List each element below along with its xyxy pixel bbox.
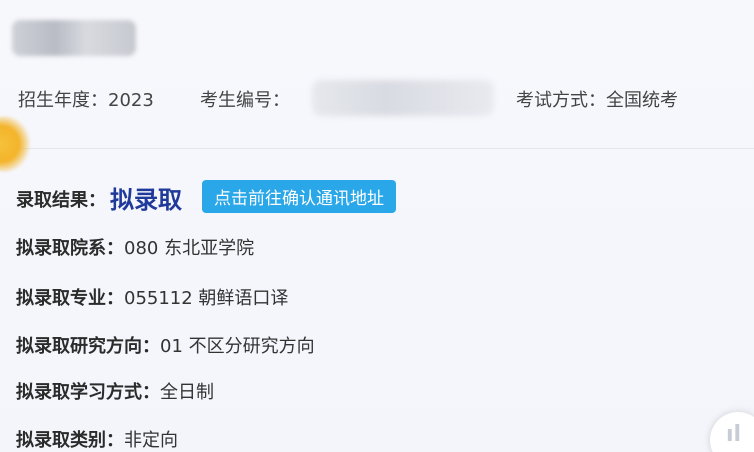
redacted-exam-number xyxy=(312,80,494,116)
admission-result-value: 拟录取 xyxy=(110,186,182,214)
detail-value: 080 东北亚学院 xyxy=(124,238,255,259)
detail-row-department: 拟录取院系：080 东北亚学院 xyxy=(16,234,254,260)
enroll-year-value: 2023 xyxy=(108,90,154,111)
cut-off-icon: ıl xyxy=(726,422,742,447)
detail-value: 全日制 xyxy=(160,382,214,403)
exam-mode-label: 考试方式： xyxy=(516,90,606,111)
detail-row-study-mode: 拟录取学习方式：全日制 xyxy=(16,378,214,404)
detail-label: 拟录取研究方向： xyxy=(16,336,160,357)
exam-mode-value: 全国统考 xyxy=(606,90,678,111)
exam-number-label: 考生编号： xyxy=(200,90,290,111)
enroll-year-label: 招生年度： xyxy=(18,90,108,111)
detail-label: 拟录取院系： xyxy=(16,238,124,259)
exam-number: 考生编号： xyxy=(200,86,290,112)
detail-row-major: 拟录取专业：055112 朝鲜语口译 xyxy=(16,284,288,310)
detail-value: 055112 朝鲜语口译 xyxy=(124,288,289,309)
page: 招生年度：2023 考生编号： 考试方式：全国统考 录取结果： 拟录取 点击前往确认… xyxy=(0,0,754,452)
detail-label: 拟录取学习方式： xyxy=(16,382,160,403)
floating-corner-button[interactable]: ıl xyxy=(710,412,754,452)
detail-label: 拟录取专业： xyxy=(16,288,124,309)
exam-mode: 考试方式：全国统考 xyxy=(516,86,678,112)
enroll-year: 招生年度：2023 xyxy=(18,86,154,112)
detail-value: 非定向 xyxy=(124,430,178,451)
admission-result-label: 录取结果： xyxy=(16,190,106,211)
confirm-address-button[interactable]: 点击前往确认通讯地址 xyxy=(202,180,396,213)
redacted-name xyxy=(12,20,136,56)
detail-value: 01 不区分研究方向 xyxy=(160,336,315,357)
detail-row-category: 拟录取类别：非定向 xyxy=(16,426,178,452)
admission-result-row: 录取结果： 拟录取 点击前往确认通讯地址 xyxy=(16,180,396,215)
detail-row-research-direction: 拟录取研究方向：01 不区分研究方向 xyxy=(16,332,315,358)
detail-label: 拟录取类别： xyxy=(16,430,124,451)
star-icon xyxy=(0,116,30,172)
divider xyxy=(0,148,754,149)
